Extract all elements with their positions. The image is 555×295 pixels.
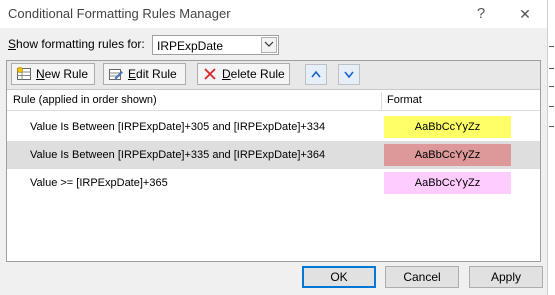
rules-toolbar: New Rule Edit Rule Delete Rule [7,61,540,90]
background-divider [549,126,554,127]
new-rule-mnemonic: N [36,67,45,81]
title-bar: Conditional Formatting Rules Manager ? ✕ [0,0,547,28]
ok-button[interactable]: OK [302,266,376,288]
edit-rule-button[interactable]: Edit Rule [103,63,186,85]
chevron-down-icon [344,71,354,79]
edit-rule-mnemonic: E [128,67,137,81]
delete-rule-mnemonic: D [222,67,231,81]
cancel-button[interactable]: Cancel [385,266,459,288]
chevron-up-icon [311,70,321,78]
new-rule-label: ew Rule [44,67,89,81]
format-preview: AaBbCcYyZz [384,144,511,166]
format-preview: AaBbCcYyZz [384,172,511,194]
show-rules-label: Show formatting rules for: [8,37,145,51]
help-button[interactable]: ? [466,2,496,26]
background-divider [549,68,554,69]
rules-panel: New Rule Edit Rule Delete Rule Rule (app… [6,60,541,262]
column-divider [381,92,382,110]
delete-rule-label: elete Rule [230,67,285,81]
column-header-format: Format [387,94,422,106]
close-button[interactable]: ✕ [510,2,540,26]
delete-x-icon [204,68,216,80]
apply-button[interactable]: Apply [469,266,543,288]
column-header-rule: Rule (applied in order shown) [13,94,157,106]
background-divider [549,106,554,107]
edit-rule-icon [109,69,123,80]
rule-row[interactable]: Value Is Between [IRPExpDate]+305 and [I… [7,113,540,141]
background-spreadsheet-edge [548,0,555,295]
chevron-down-icon[interactable] [261,37,277,53]
show-rules-dropdown[interactable]: IRPExpDate [152,35,279,55]
delete-rule-button[interactable]: Delete Rule [197,63,290,85]
window-title: Conditional Formatting Rules Manager [8,6,231,21]
new-rule-icon [17,67,31,80]
edit-rule-label: dit Rule [136,67,177,81]
rule-text: Value >= [IRPExpDate]+365 [30,177,168,189]
new-rule-button[interactable]: New Rule [11,63,95,85]
background-divider [549,46,554,47]
show-rules-label-text: how formatting rules for: [16,37,145,51]
move-up-button[interactable] [305,64,327,85]
move-down-button[interactable] [338,64,360,85]
format-preview: AaBbCcYyZz [384,116,511,138]
rule-text: Value Is Between [IRPExpDate]+335 and [I… [30,149,326,161]
show-rules-mnemonic: S [8,37,17,51]
background-divider [549,86,554,87]
rules-table-header: Rule (applied in order shown) Format [7,90,540,111]
show-rules-value: IRPExpDate [157,39,224,53]
rule-row[interactable]: Value Is Between [IRPExpDate]+335 and [I… [7,141,540,169]
rule-row[interactable]: Value >= [IRPExpDate]+365 AaBbCcYyZz [7,169,540,197]
rule-text: Value Is Between [IRPExpDate]+305 and [I… [30,121,326,133]
conditional-formatting-dialog: Conditional Formatting Rules Manager ? ✕… [0,0,548,295]
